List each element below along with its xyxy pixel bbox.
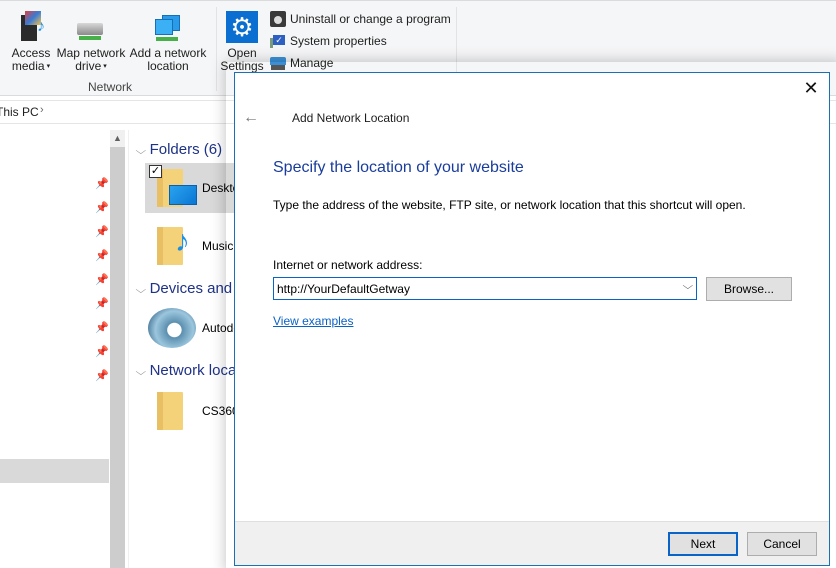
breadcrumb-this-pc[interactable]: This PC — [0, 105, 39, 119]
system-properties-label: System properties — [290, 34, 387, 48]
pin-icon: 📌 — [95, 202, 109, 214]
media-server-icon: ♪ — [15, 11, 47, 43]
navigation-pane: 📌 📌 📌 📌 📌 📌 📌 📌 📌 — [0, 130, 110, 568]
nav-scrollbar[interactable]: ▲ — [110, 130, 125, 568]
pin-icon: 📌 — [95, 274, 109, 286]
add-network-location-label-1: Add a network — [129, 46, 207, 60]
system-properties-button[interactable]: ✓ System properties — [270, 32, 387, 50]
pin-icon: 📌 — [95, 298, 109, 310]
access-media-label-2: media — [11, 59, 45, 73]
section-header-folders[interactable]: ⌵ Folders (6) — [135, 141, 223, 158]
cancel-button[interactable]: Cancel — [747, 532, 817, 556]
next-button[interactable]: Next — [668, 532, 738, 556]
browse-button[interactable]: Browse... — [706, 277, 792, 301]
pin-icon: 📌 — [95, 322, 109, 334]
address-combobox[interactable]: ⌵ — [273, 277, 697, 300]
pin-icon: 📌 — [95, 346, 109, 358]
address-field-label: Internet or network address: — [273, 258, 423, 272]
close-icon[interactable]: ✕ — [801, 79, 821, 99]
add-network-location-button[interactable]: Add a network location — [128, 11, 208, 73]
dialog-title: Add Network Location — [292, 111, 410, 125]
network-drive-icon — [75, 11, 107, 43]
chevron-down-icon[interactable]: ⌵ — [683, 281, 694, 292]
access-media-button[interactable]: ♪ Access media ▾ — [8, 11, 54, 73]
dialog-description: Type the address of the website, FTP sit… — [273, 198, 746, 212]
system-properties-icon: ✓ — [270, 33, 286, 49]
uninstall-program-label: Uninstall or change a program — [290, 12, 451, 26]
pin-icon: 📌 — [95, 178, 109, 190]
map-network-drive-label-1: Map network — [56, 46, 126, 60]
autodesk-360-icon — [148, 308, 196, 348]
chevron-down-icon: ⌵ — [135, 367, 147, 378]
chevron-down-icon: ⌵ — [135, 285, 147, 296]
pin-icon: 📌 — [95, 370, 109, 382]
item-checkbox[interactable]: ✓ — [149, 165, 162, 178]
folder-icon — [157, 392, 183, 430]
ribbon-separator — [216, 7, 217, 91]
back-arrow-icon[interactable]: ← — [243, 109, 259, 127]
gear-icon: ⚙ — [226, 11, 258, 43]
dialog-footer: Next Cancel — [235, 521, 829, 565]
map-network-drive-button[interactable]: Map network drive ▾ — [55, 11, 127, 73]
network-location-icon — [152, 11, 184, 43]
nav-item-selected[interactable] — [0, 459, 109, 483]
map-network-drive-label-2: drive — [75, 59, 102, 73]
uninstall-icon — [270, 11, 286, 27]
pin-icon: 📌 — [95, 250, 109, 262]
dialog-heading: Specify the location of your website — [273, 159, 524, 176]
add-network-location-dialog: ✕ ← Add Network Location Specify the loc… — [234, 72, 830, 566]
view-examples-link[interactable]: View examples — [273, 314, 353, 328]
scroll-up-icon[interactable]: ▲ — [110, 130, 125, 147]
desktop-icon — [169, 185, 197, 205]
open-settings-label-1: Open — [227, 46, 257, 60]
chevron-down-icon: ▾ — [103, 63, 107, 71]
section-title: Folders (6) — [149, 141, 223, 158]
pin-icon: 📌 — [95, 226, 109, 238]
add-network-location-label-2: location — [147, 59, 189, 73]
network-group-label: Network — [88, 80, 133, 94]
access-media-label-1: Access — [11, 46, 51, 60]
uninstall-program-button[interactable]: Uninstall or change a program — [270, 10, 451, 28]
music-note-icon: ♪ — [175, 225, 190, 258]
chevron-down-icon: ⌵ — [135, 146, 147, 157]
chevron-down-icon: ▾ — [46, 63, 51, 71]
address-input[interactable] — [277, 280, 672, 297]
breadcrumb-chevron-icon[interactable]: › — [40, 104, 44, 116]
